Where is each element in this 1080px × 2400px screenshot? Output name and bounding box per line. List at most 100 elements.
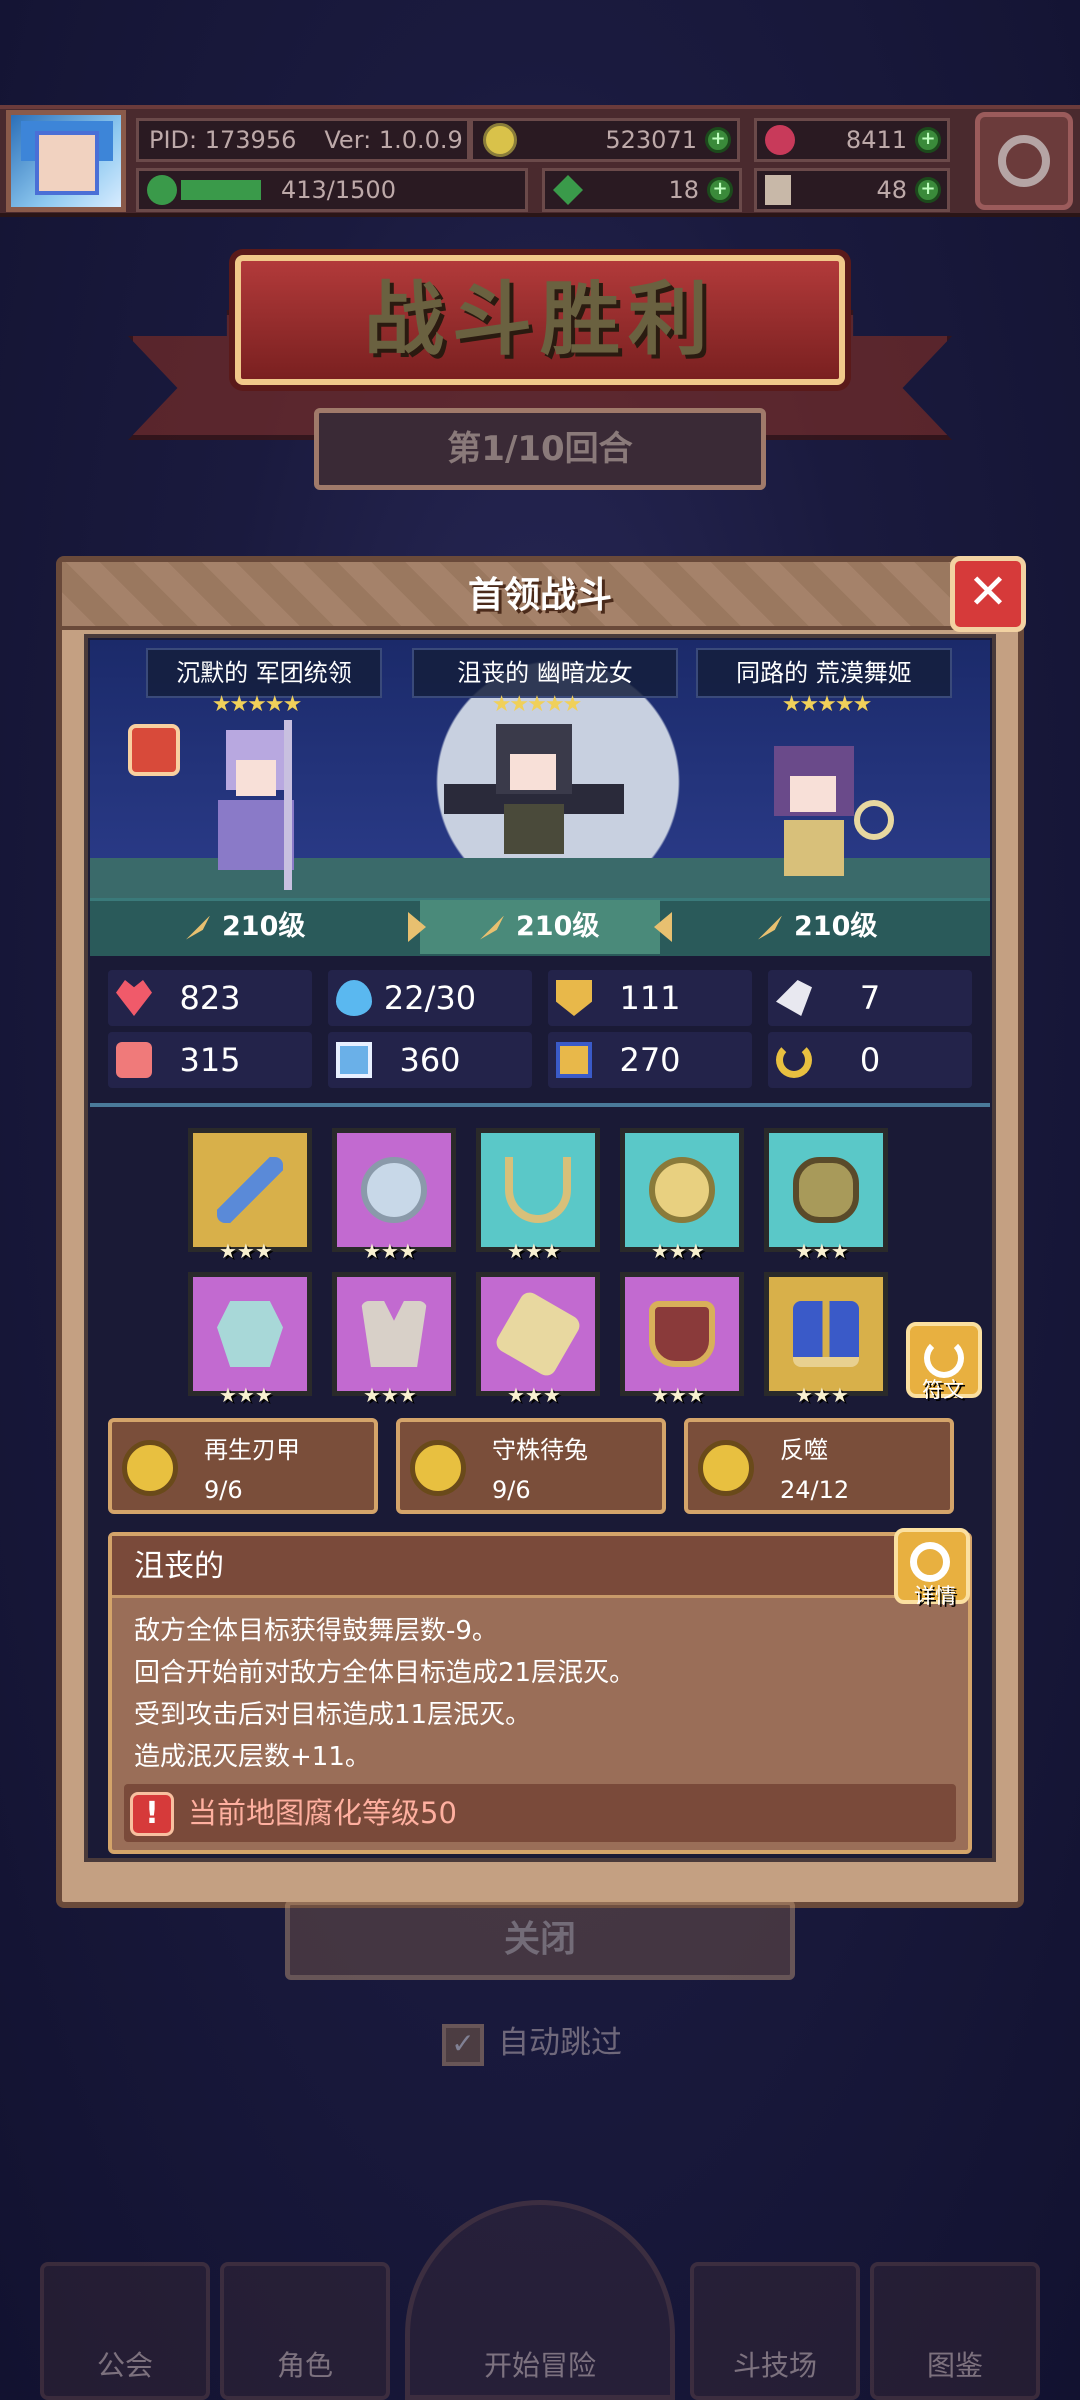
nav-label-start: 开始冒险	[483, 2349, 596, 2382]
warning-icon: !	[130, 1792, 174, 1836]
exp-progress-bar	[181, 180, 261, 200]
keys-value: 48	[876, 176, 907, 204]
helmet-icon	[217, 1301, 283, 1367]
gear-icon	[998, 135, 1050, 187]
staff-icon	[758, 915, 782, 940]
idol-icon	[793, 1157, 859, 1223]
equipment-armor[interactable]: ★★★	[332, 1272, 456, 1407]
affix-line-4: 造成泯灭层数+11。	[134, 1742, 371, 1772]
boots-icon	[793, 1301, 859, 1367]
trait-coin-icon	[698, 1440, 754, 1496]
version-text: Ver: 1.0.0.9	[324, 126, 463, 154]
clover-icon	[553, 175, 583, 205]
corruption-warning: ! 当前地图腐化等级50	[124, 1784, 956, 1842]
stat-hp: 823	[108, 970, 312, 1026]
stat-attack: 315	[108, 1032, 312, 1088]
trait-wait-for-rabbit[interactable]: 守株待兔 9/6	[396, 1418, 666, 1514]
detail-label: 详情	[914, 1584, 956, 1608]
hero-sprite-desert-dancer[interactable]	[764, 740, 904, 890]
horseshoe-icon	[776, 1042, 812, 1078]
victory-title: 战斗胜利	[364, 273, 716, 366]
rune-label: 符文	[922, 1378, 964, 1402]
exp-value: 413/1500	[281, 176, 396, 204]
trait-coin-icon	[410, 1440, 466, 1496]
affix-line-1: 敌方全体目标获得鼓舞层数-9。	[134, 1616, 498, 1646]
exp-icon	[147, 175, 177, 205]
round-shield-icon	[361, 1157, 427, 1223]
hero-name-1: 沉默的 军团统领	[146, 648, 382, 698]
add-gold-icon[interactable]: +	[705, 127, 731, 153]
equipment-necklace[interactable]: ★★★	[476, 1128, 600, 1263]
nav-label-arena: 斗技场	[732, 2349, 817, 2382]
hero-name-3: 同路的 荒漠舞姬	[696, 648, 952, 698]
trait-coin-icon	[122, 1440, 178, 1496]
affix-header	[112, 1536, 898, 1598]
dialog-title: 首领战斗	[467, 575, 612, 616]
fist-icon	[116, 1042, 152, 1078]
equipment-spear[interactable]: ★★★	[188, 1128, 312, 1263]
pid-text: PID: 173956	[149, 126, 297, 154]
skin-icon[interactable]	[128, 724, 180, 776]
equipment-gauntlet[interactable]: ★★★	[476, 1272, 600, 1407]
hero-name-2: 沮丧的 幽暗龙女	[412, 648, 678, 698]
close-icon: ✕	[967, 564, 1009, 620]
nav-label-character: 角色	[276, 2349, 333, 2382]
droplet-icon	[336, 980, 372, 1016]
gold-row: 523071 +	[470, 118, 740, 162]
stat-mana: 22/30	[328, 970, 532, 1026]
sword-icon	[480, 915, 504, 940]
gem-icon	[765, 125, 795, 155]
round-indicator: 第1/10回合	[314, 408, 766, 490]
equipment-round-shield[interactable]: ★★★	[332, 1128, 456, 1263]
clover-row: 18 +	[542, 168, 742, 212]
equipment-coin[interactable]: ★★★	[620, 1128, 744, 1263]
equipment-idol[interactable]: ★★★	[764, 1128, 888, 1263]
hero-level-3: 210级	[758, 898, 877, 956]
close-result-button[interactable]: 关闭	[285, 1900, 795, 1980]
trait-regen-blade-armor[interactable]: 再生刃甲 9/6	[108, 1418, 378, 1514]
gems-value: 8411	[845, 126, 907, 154]
stat-defense: 270	[548, 1032, 752, 1088]
keys-row: 48 +	[754, 168, 950, 212]
necklace-icon	[505, 1157, 571, 1223]
heart-icon	[116, 980, 152, 1016]
spear-icon	[217, 1157, 283, 1223]
affix-line-2: 回合开始前对敌方全体目标造成21层泯灭。	[134, 1658, 636, 1688]
belt-icon	[649, 1301, 715, 1367]
equipment-boots[interactable]: ★★★	[764, 1272, 888, 1407]
add-gems-icon[interactable]: +	[915, 127, 941, 153]
add-clover-icon[interactable]: +	[707, 177, 733, 203]
equipment-belt[interactable]: ★★★	[620, 1272, 744, 1407]
stat-speed: 7	[768, 970, 972, 1026]
magnifier-icon	[910, 1542, 950, 1582]
spellbook-icon	[336, 1042, 372, 1078]
clover-value: 18	[668, 176, 699, 204]
stat-armor: 111	[548, 970, 752, 1026]
checkbox-icon: ✓	[442, 2023, 484, 2066]
settings-button[interactable]	[975, 112, 1073, 210]
close-dialog-button[interactable]: ✕	[950, 556, 1026, 632]
coin-icon	[649, 1157, 715, 1223]
stat-luck: 0	[768, 1032, 972, 1088]
auto-skip-toggle[interactable]: ✓ 自动跳过	[442, 2018, 622, 2068]
wing-icon	[776, 980, 812, 1016]
key-icon	[765, 175, 791, 205]
boots-icon	[556, 1042, 592, 1078]
armor-icon	[361, 1301, 427, 1367]
coin-icon	[483, 123, 517, 157]
pid-version-row: PID: 173956 Ver: 1.0.0.9	[136, 118, 470, 162]
player-avatar[interactable]	[6, 110, 126, 212]
refresh-icon	[924, 1338, 964, 1378]
equipment-helmet[interactable]: ★★★	[188, 1272, 312, 1407]
gems-row: 8411 +	[754, 118, 950, 162]
exp-row: 413/1500	[136, 168, 528, 212]
gold-value: 523071	[605, 126, 697, 154]
trait-backlash[interactable]: 反噬 24/12	[684, 1418, 954, 1514]
affix-title: 沮丧的	[134, 1549, 224, 1584]
add-keys-icon[interactable]: +	[915, 177, 941, 203]
sword-icon	[186, 915, 210, 940]
hero-level-2: 210级	[480, 898, 599, 956]
stat-magic: 360	[328, 1032, 532, 1088]
hero-sprite-dark-dragon[interactable]	[444, 714, 624, 864]
hero-sprite-legion-commander[interactable]	[196, 720, 316, 890]
